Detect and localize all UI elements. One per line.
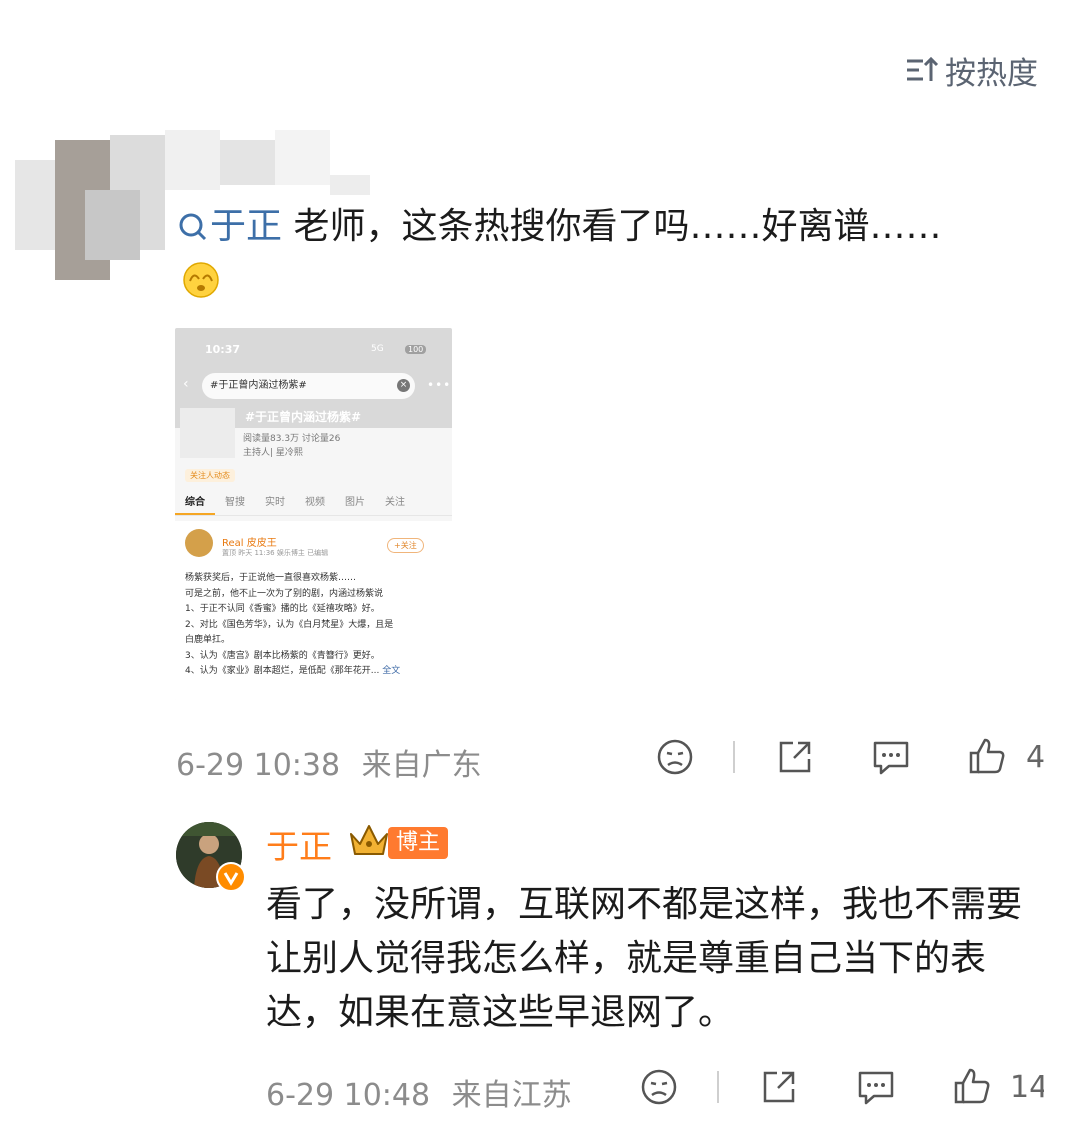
crown-icon (348, 822, 390, 862)
shot-tab: 关注 (385, 497, 405, 508)
post-line: 1、于正不认同《香蜜》播的比《延禧攻略》好。 (185, 604, 380, 614)
follow-tag: 关注人动态 (185, 469, 235, 482)
post-line: 杨紫获奖后，于正说他一直很喜欢杨紫…… (185, 573, 357, 583)
post-author: Real 皮皮王 (222, 538, 277, 549)
full-text-link: 全文 (382, 666, 401, 676)
post-line: 可是之前，他不止一次为了别的剧，内涵过杨紫说 (185, 588, 384, 599)
dislike-face-icon[interactable] (656, 738, 694, 776)
post-line: 白鹿单扛。 (185, 635, 231, 645)
shot-tab: 图片 (345, 497, 365, 508)
attached-screenshot-image[interactable]: 10:37 5G 100 ‹ #于正曾内涵过杨紫# × ••• #于正曾内涵过杨… (175, 328, 452, 700)
comment-icon[interactable] (856, 1068, 896, 1106)
dislike-face-icon[interactable] (640, 1068, 678, 1106)
topic-info: 阅读量83.3万 讨论量26 主持人| 星冷熙 (243, 432, 340, 460)
screenshot-search-box: #于正曾内涵过杨紫# (202, 373, 415, 399)
topic-thumbnail (180, 408, 235, 458)
comment-location: 来自广东 (361, 748, 482, 783)
sort-label: 按热度 (945, 55, 1038, 92)
like-count: 4 (1026, 740, 1046, 775)
shot-tab: 实时 (265, 497, 285, 508)
signal-indicator: 5G (371, 344, 384, 354)
verified-badge-icon (216, 862, 246, 892)
shot-tab: 综合 (175, 493, 215, 515)
post-body: 杨紫获奖后，于正说他一直很喜欢杨紫…… 可是之前，他不止一次为了别的剧，内涵过杨… (185, 571, 447, 680)
like-icon[interactable] (952, 1066, 992, 1106)
post-meta: 置顶 昨天 11:36 娱乐博主 已编辑 (222, 549, 329, 557)
search-icon (179, 213, 207, 241)
more-icon: ••• (427, 378, 452, 392)
shot-tab: 智搜 (225, 497, 245, 508)
reply-text: 看了，没所谓，互联网不都是这样，我也不需要让别人觉得我怎么样，就是尊重自己当下的… (266, 884, 1023, 1033)
sort-by-heat-button[interactable]: 按热度 (905, 50, 1038, 92)
like-icon[interactable] (967, 736, 1007, 776)
post-line: 2、对比《国色芳华》，认为《白月梵星》大爆，且是 (185, 619, 394, 630)
comment-meta: 6-29 10:38 来自广东 (176, 740, 482, 784)
comment-time: 6-29 10:38 (176, 748, 341, 783)
facepalm-emoji-icon (183, 262, 219, 298)
shot-tab: 视频 (305, 497, 325, 508)
battery-indicator: 100 (405, 345, 427, 354)
reply-author-name[interactable]: 于正 (266, 820, 332, 868)
screenshot-tabs: 综合 智搜 实时 视频 图片 关注 (175, 493, 452, 516)
reply-location: 来自江苏 (451, 1078, 572, 1113)
topic-host: 主持人| 星冷熙 (243, 448, 303, 458)
like-count: 14 (1010, 1070, 1044, 1105)
post-line: 3、认为《唐宫》剧本比杨紫的《青簪行》更好。 (185, 650, 380, 661)
post-follow-button: +关注 (387, 538, 424, 553)
share-icon[interactable] (760, 1068, 798, 1106)
topic-title: #于正曾内涵过杨紫# (245, 410, 362, 424)
blogger-badge: 博主 (388, 827, 449, 859)
sort-icon (905, 55, 939, 85)
screenshot-post: Real 皮皮王 置顶 昨天 11:36 娱乐博主 已编辑 +关注 杨紫获奖后，… (175, 521, 452, 700)
back-icon: ‹ (183, 376, 189, 392)
topic-stats: 阅读量83.3万 讨论量26 (243, 434, 341, 444)
post-line: 4、认为《家业》剧本超烂，是低配《那年花开... 全文 (185, 666, 401, 676)
comment-body: 老师，这条热搜你看了吗……好离谱…… (282, 206, 942, 247)
comment-icon[interactable] (871, 738, 911, 776)
reply-time: 6-29 10:48 (266, 1078, 431, 1113)
post-avatar (185, 529, 213, 557)
divider (717, 1071, 719, 1103)
comment-text: 于正 老师，这条热搜你看了吗……好离谱…… (178, 200, 968, 308)
divider (733, 741, 735, 773)
clear-icon: × (397, 379, 410, 392)
share-icon[interactable] (776, 738, 814, 776)
reply-meta: 6-29 10:48 来自江苏 (266, 1070, 572, 1114)
mention-link[interactable]: 于正 (178, 206, 282, 247)
status-time: 10:37 (205, 343, 241, 356)
